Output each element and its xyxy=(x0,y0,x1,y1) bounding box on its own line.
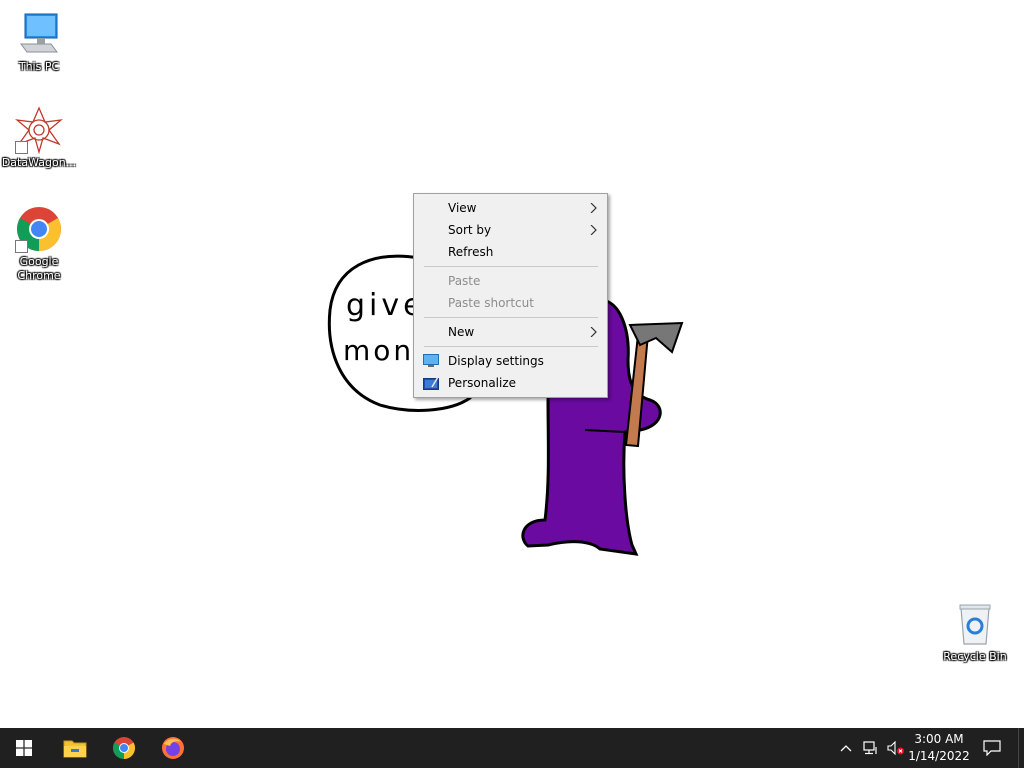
personalize-icon xyxy=(423,376,439,390)
menu-item-label: View xyxy=(448,201,477,215)
menu-item-paste-shortcut: Paste shortcut xyxy=(414,292,607,314)
datawagon-logo-icon xyxy=(14,106,64,155)
menu-item-paste: Paste xyxy=(414,270,607,292)
menu-item-label: Display settings xyxy=(448,354,544,368)
chevron-up-icon xyxy=(840,745,852,752)
network-icon xyxy=(863,741,877,755)
desktop-context-menu: View Sort by Refresh Paste Paste shortcu… xyxy=(413,193,608,398)
clock[interactable]: 3:00 AM 1/14/2022 xyxy=(908,728,970,768)
menu-item-label: New xyxy=(448,325,475,339)
notification-icon xyxy=(983,740,1001,756)
windows-logo-icon xyxy=(16,740,32,756)
menu-item-display-settings[interactable]: Display settings xyxy=(414,350,607,372)
desktop-icon-label: DataWagon... xyxy=(1,156,77,169)
shortcut-arrow-icon xyxy=(15,240,28,253)
volume-muted-icon xyxy=(887,741,904,755)
speech-text-line2: mon xyxy=(343,334,414,367)
show-hidden-icons-button[interactable] xyxy=(834,728,858,768)
file-explorer-icon xyxy=(63,740,87,758)
show-desktop-button[interactable] xyxy=(1018,728,1024,768)
chevron-right-icon xyxy=(590,327,597,337)
chevron-right-icon xyxy=(590,203,597,213)
menu-separator xyxy=(424,266,598,267)
menu-item-refresh[interactable]: Refresh xyxy=(414,241,607,263)
desktop-icon-label: Recycle Bin xyxy=(943,650,1007,663)
action-center-button[interactable] xyxy=(976,728,1008,768)
menu-item-label: Sort by xyxy=(448,223,492,237)
desktop[interactable]: give mon This PC DataWagon... Google Chr… xyxy=(0,0,1024,728)
display-settings-icon xyxy=(423,354,439,367)
firefox-icon xyxy=(162,737,184,759)
volume-tray-button[interactable] xyxy=(884,728,908,768)
computer-icon xyxy=(15,10,63,58)
desktop-icon-google-chrome[interactable]: Google Chrome xyxy=(0,205,78,283)
desktop-icon-datawagon[interactable]: DataWagon... xyxy=(0,106,78,170)
menu-separator xyxy=(424,346,598,347)
menu-item-sort-by[interactable]: Sort by xyxy=(414,219,607,241)
recycle-bin-icon xyxy=(951,600,999,648)
taskbar-google-chrome[interactable] xyxy=(100,728,148,768)
chrome-icon xyxy=(113,737,135,759)
desktop-icon-this-pc[interactable]: This PC xyxy=(0,10,78,74)
menu-item-label: Paste xyxy=(448,274,481,288)
clock-date: 1/14/2022 xyxy=(908,749,970,763)
chrome-icon xyxy=(15,205,63,253)
menu-item-label: Personalize xyxy=(448,376,517,390)
desktop-icon-label: Google Chrome xyxy=(17,255,61,282)
taskbar-file-explorer[interactable] xyxy=(51,728,99,768)
desktop-icon-label: This PC xyxy=(18,60,60,73)
taskbar-firefox[interactable] xyxy=(149,728,197,768)
menu-item-personalize[interactable]: Personalize xyxy=(414,372,607,394)
desktop-icon-recycle-bin[interactable]: Recycle Bin xyxy=(936,600,1014,664)
start-button[interactable] xyxy=(0,728,48,768)
menu-item-new[interactable]: New xyxy=(414,321,607,343)
clock-time: 3:00 AM xyxy=(914,732,964,746)
chevron-right-icon xyxy=(590,225,597,235)
menu-item-view[interactable]: View xyxy=(414,197,607,219)
taskbar: 3:00 AM 1/14/2022 xyxy=(0,728,1024,768)
menu-separator xyxy=(424,317,598,318)
network-tray-button[interactable] xyxy=(858,728,884,768)
shortcut-arrow-icon xyxy=(15,141,28,154)
menu-item-label: Refresh xyxy=(448,245,494,259)
menu-item-label: Paste shortcut xyxy=(448,296,534,310)
